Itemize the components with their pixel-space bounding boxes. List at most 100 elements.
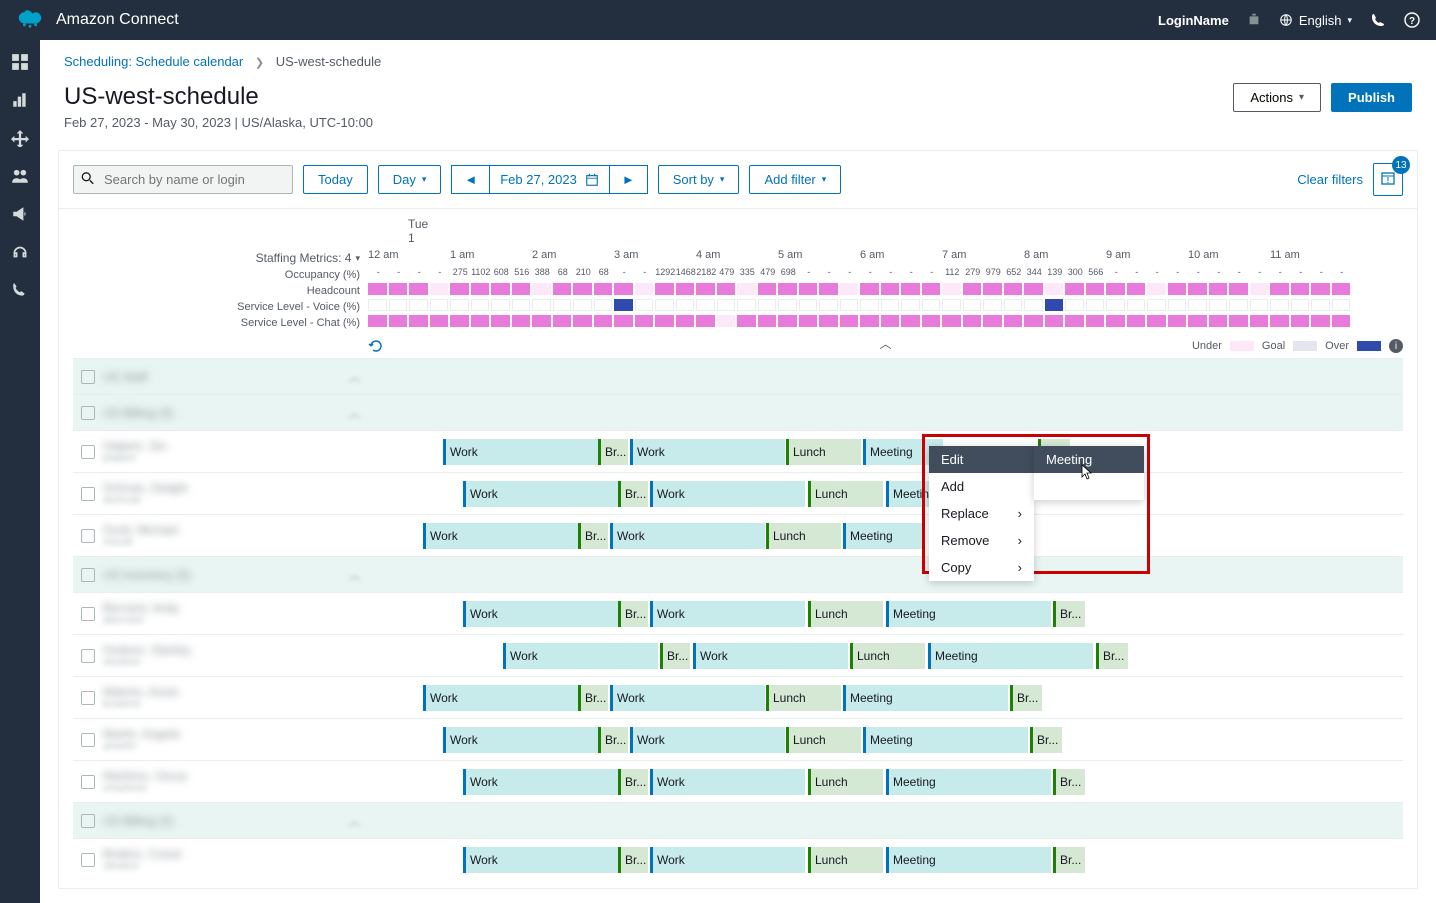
shift-work[interactable]: Work: [693, 643, 848, 669]
shift-work[interactable]: Work: [463, 601, 618, 627]
next-day-button[interactable]: ►: [610, 165, 648, 194]
row-checkbox[interactable]: [81, 775, 95, 789]
group-toggle[interactable]: ︿: [349, 405, 360, 421]
ctx-replace[interactable]: Replace›: [929, 500, 1034, 527]
shift-break[interactable]: Br...: [1053, 769, 1085, 795]
shift-break[interactable]: Br...: [578, 685, 608, 711]
shift-lunch[interactable]: Lunch: [786, 439, 861, 465]
agent-timeline[interactable]: [368, 806, 1403, 836]
row-checkbox[interactable]: [81, 370, 95, 384]
login-name[interactable]: LoginName: [1158, 13, 1229, 28]
agent-timeline[interactable]: [368, 398, 1403, 428]
shift-break[interactable]: Br...: [578, 523, 608, 549]
row-checkbox[interactable]: [81, 487, 95, 501]
shift-work[interactable]: Work: [443, 727, 598, 753]
row-checkbox[interactable]: [81, 529, 95, 543]
agent-timeline[interactable]: WorkBr...WorkLunchMeetingBr...: [368, 725, 1403, 755]
shift-meeting[interactable]: Meeting: [886, 601, 1051, 627]
notification-button[interactable]: ! 13: [1373, 163, 1403, 196]
group-toggle[interactable]: ︿: [349, 567, 360, 583]
shift-work[interactable]: Work: [650, 481, 805, 507]
agent-timeline[interactable]: WorkBr...WorkLunchMeetingBr...: [368, 767, 1403, 797]
shift-break[interactable]: Br...: [1030, 727, 1062, 753]
shift-break[interactable]: Br...: [1053, 601, 1085, 627]
row-checkbox[interactable]: [81, 568, 95, 582]
add-filter-dropdown[interactable]: Add filter ▾: [749, 165, 841, 194]
phone-icon[interactable]: [1370, 12, 1386, 28]
shift-work[interactable]: Work: [650, 769, 805, 795]
row-checkbox[interactable]: [81, 445, 95, 459]
row-checkbox[interactable]: [81, 406, 95, 420]
shift-lunch[interactable]: Lunch: [808, 601, 883, 627]
date-display[interactable]: Feb 27, 2023: [490, 165, 610, 194]
shift-break[interactable]: Br...: [618, 769, 648, 795]
shift-meeting[interactable]: Meeting: [886, 847, 1051, 873]
help-icon[interactable]: ?: [1404, 12, 1420, 28]
shift-work[interactable]: Work: [650, 601, 805, 627]
row-checkbox[interactable]: [81, 814, 95, 828]
row-checkbox[interactable]: [81, 691, 95, 705]
shift-work[interactable]: Work: [423, 523, 578, 549]
shift-meeting[interactable]: Meeting: [843, 685, 1008, 711]
shift-break[interactable]: Br...: [618, 481, 648, 507]
shift-meeting[interactable]: Meeting: [863, 727, 1028, 753]
agent-timeline[interactable]: WorkBr...WorkLunchMeetingBr...: [368, 641, 1403, 671]
prev-day-button[interactable]: ◄: [451, 165, 490, 194]
agent-timeline[interactable]: WorkBr...WorkLunchMeeting: [368, 521, 1403, 551]
shift-break[interactable]: Br...: [1053, 847, 1085, 873]
shift-work[interactable]: Work: [650, 847, 805, 873]
row-checkbox[interactable]: [81, 607, 95, 621]
clear-filters-link[interactable]: Clear filters: [1297, 172, 1363, 187]
ctx-copy[interactable]: Copy›: [929, 554, 1034, 581]
shift-meeting[interactable]: Meeting: [886, 769, 1051, 795]
shift-break[interactable]: Br...: [1010, 685, 1042, 711]
shift-break[interactable]: Br...: [618, 601, 648, 627]
shift-work[interactable]: Work: [630, 439, 785, 465]
shift-work[interactable]: Work: [443, 439, 598, 465]
row-checkbox[interactable]: [81, 733, 95, 747]
shift-lunch[interactable]: Lunch: [808, 481, 883, 507]
search-input[interactable]: [73, 165, 293, 194]
shift-break[interactable]: Br...: [598, 727, 628, 753]
shift-lunch[interactable]: Lunch: [766, 685, 841, 711]
ctx-edit[interactable]: Edit Meeting Shift: [929, 446, 1034, 473]
agent-timeline[interactable]: WorkBr...WorkLunchMeeting: [368, 479, 1403, 509]
shift-work[interactable]: Work: [610, 523, 765, 549]
shift-lunch[interactable]: Lunch: [786, 727, 861, 753]
actions-dropdown[interactable]: Actions: [1233, 83, 1321, 112]
agent-timeline[interactable]: [368, 362, 1403, 392]
sidebar-announce-icon[interactable]: [10, 204, 30, 224]
agent-timeline[interactable]: WorkBr...WorkLunchMeetingBr...: [368, 845, 1403, 875]
sort-dropdown[interactable]: Sort by ▾: [658, 165, 740, 194]
sidebar-dashboard-icon[interactable]: [10, 52, 30, 72]
row-checkbox[interactable]: [81, 649, 95, 663]
shift-meeting[interactable]: Meeting: [843, 523, 923, 549]
agent-timeline[interactable]: WorkBr...WorkLunchMeetingBr...: [368, 683, 1403, 713]
agent-timeline[interactable]: WorkBr...WorkLunchMeetingBr...: [368, 437, 1403, 467]
staffing-metrics-dropdown[interactable]: Staffing Metrics: 4 ▾: [73, 249, 368, 267]
row-checkbox[interactable]: [81, 853, 95, 867]
shift-work[interactable]: Work: [463, 769, 618, 795]
shift-work[interactable]: Work: [503, 643, 658, 669]
sidebar-users-icon[interactable]: [10, 166, 30, 186]
shift-break[interactable]: Br...: [1096, 643, 1128, 669]
shift-break[interactable]: Br...: [660, 643, 690, 669]
sidebar-phone-icon[interactable]: [10, 280, 30, 300]
today-button[interactable]: Today: [303, 165, 368, 194]
group-toggle[interactable]: ︿: [349, 369, 360, 385]
sidebar-headset-icon[interactable]: [10, 242, 30, 262]
shift-lunch[interactable]: Lunch: [766, 523, 841, 549]
view-dropdown[interactable]: Day ▾: [378, 165, 442, 194]
shift-break[interactable]: Br...: [618, 847, 648, 873]
shift-work[interactable]: Work: [610, 685, 765, 711]
breadcrumb-parent[interactable]: Scheduling: Schedule calendar: [64, 54, 243, 69]
shift-work[interactable]: Work: [463, 481, 618, 507]
info-icon[interactable]: i: [1389, 339, 1403, 353]
shift-lunch[interactable]: Lunch: [850, 643, 925, 669]
sidebar-analytics-icon[interactable]: [10, 90, 30, 110]
language-selector[interactable]: English ▾: [1279, 13, 1352, 28]
shift-work[interactable]: Work: [463, 847, 618, 873]
group-toggle[interactable]: ︿: [349, 813, 360, 829]
refresh-icon[interactable]: [368, 338, 384, 354]
ctx-add[interactable]: Add: [929, 473, 1034, 500]
